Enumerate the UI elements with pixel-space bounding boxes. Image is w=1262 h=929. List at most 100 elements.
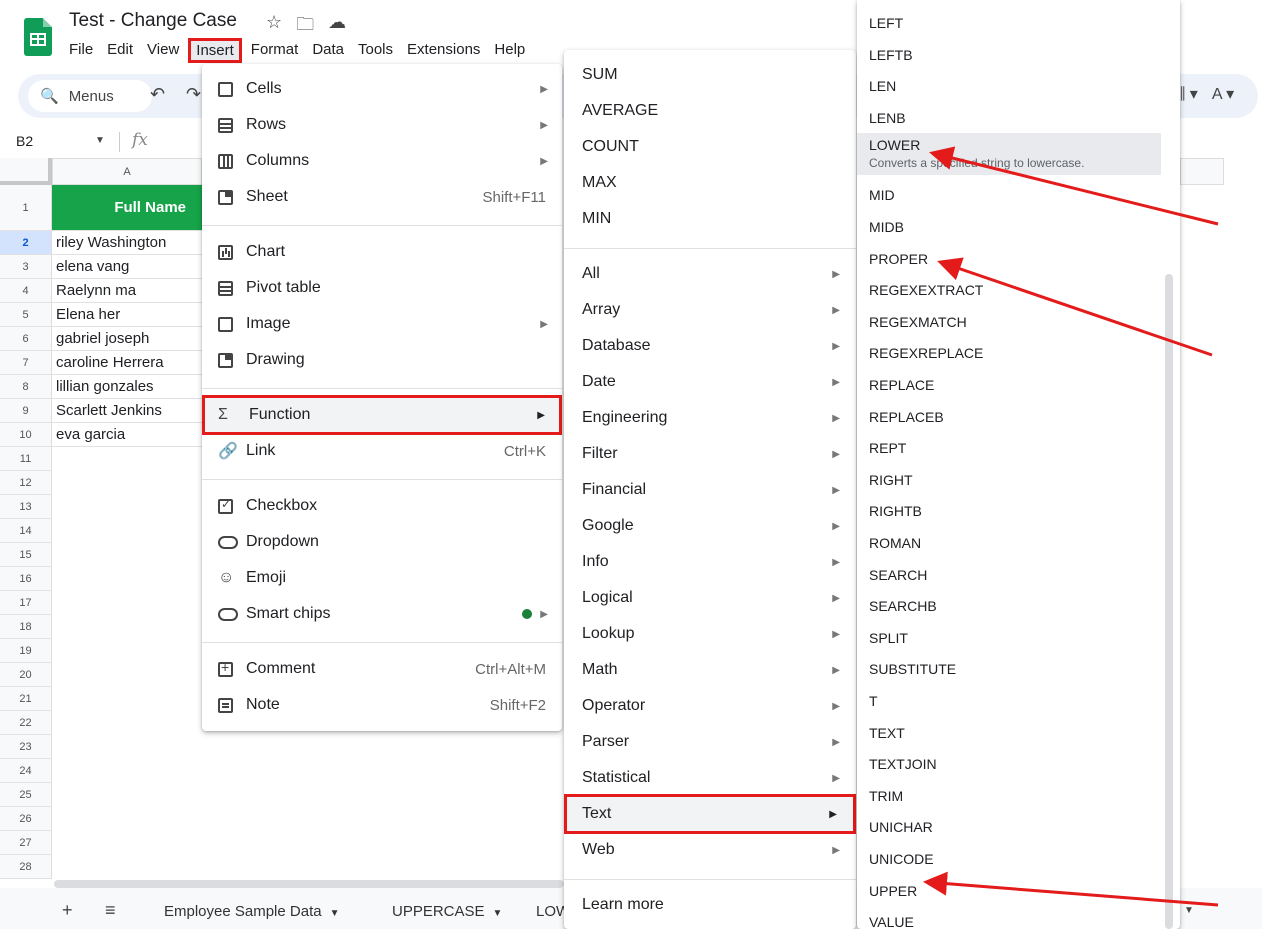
menu-format[interactable]: Format bbox=[244, 38, 306, 63]
insert-drawing[interactable]: Drawing bbox=[202, 342, 562, 378]
redo-icon[interactable]: ↷ bbox=[186, 84, 201, 105]
function-category-text[interactable]: Text ▶ bbox=[564, 794, 856, 834]
row-header[interactable]: 11 bbox=[0, 447, 52, 471]
insert-dropdown[interactable]: Dropdown bbox=[202, 524, 562, 560]
cell[interactable]: gabriel joseph bbox=[52, 327, 202, 351]
insert-columns[interactable]: Columns ▶ bbox=[202, 143, 562, 179]
row-header[interactable]: 16 bbox=[0, 567, 52, 591]
text-function-mid[interactable]: MID bbox=[857, 179, 1161, 211]
text-function-unichar[interactable]: UNICHAR bbox=[857, 811, 1161, 843]
menu-help[interactable]: Help bbox=[487, 38, 532, 63]
text-function-leftb[interactable]: LEFTB bbox=[857, 39, 1161, 71]
function-category-web[interactable]: Web ▶ bbox=[564, 832, 856, 868]
function-category-logical[interactable]: Logical ▶ bbox=[564, 580, 856, 616]
row-header[interactable]: 18 bbox=[0, 615, 52, 639]
function-category-engineering[interactable]: Engineering ▶ bbox=[564, 400, 856, 436]
cell[interactable]: eva garcia bbox=[52, 423, 202, 447]
column-header-a[interactable]: A bbox=[52, 158, 202, 185]
cell[interactable]: Elena her bbox=[52, 303, 202, 327]
column-header[interactable] bbox=[1180, 158, 1224, 185]
text-function-len[interactable]: LEN bbox=[857, 70, 1161, 102]
text-function-upper[interactable]: UPPER bbox=[857, 875, 1161, 907]
text-function-search[interactable]: SEARCH bbox=[857, 559, 1161, 591]
menus-search[interactable]: 🔍 Menus bbox=[28, 80, 152, 112]
row-header[interactable]: 27 bbox=[0, 831, 52, 855]
insert-rows[interactable]: Rows ▶ bbox=[202, 107, 562, 143]
chevron-down-icon[interactable]: ▼ bbox=[1184, 905, 1194, 916]
menu-extensions[interactable]: Extensions bbox=[400, 38, 487, 63]
text-function-value[interactable]: VALUE bbox=[857, 906, 1161, 929]
insert-image[interactable]: Image ▶ bbox=[202, 306, 562, 342]
text-function-rept[interactable]: REPT bbox=[857, 432, 1161, 464]
function-min[interactable]: MIN bbox=[564, 201, 856, 237]
menu-view[interactable]: View bbox=[140, 38, 186, 63]
function-category-google[interactable]: Google ▶ bbox=[564, 508, 856, 544]
function-category-date[interactable]: Date ▶ bbox=[564, 364, 856, 400]
text-function-textjoin[interactable]: TEXTJOIN bbox=[857, 748, 1161, 780]
menu-insert[interactable]: Insert bbox=[188, 38, 242, 63]
name-box[interactable]: B2 bbox=[16, 133, 33, 149]
row-header[interactable]: 3 bbox=[0, 255, 52, 279]
row-header[interactable]: 13 bbox=[0, 495, 52, 519]
sheet-tab[interactable]: Employee Sample Data ▼ bbox=[164, 903, 340, 920]
function-category-filter[interactable]: Filter ▶ bbox=[564, 436, 856, 472]
function-category-operator[interactable]: Operator ▶ bbox=[564, 688, 856, 724]
row-header[interactable]: 24 bbox=[0, 759, 52, 783]
text-function-regexextract[interactable]: REGEXEXTRACT bbox=[857, 274, 1161, 306]
learn-more-link[interactable]: Learn more bbox=[564, 887, 856, 923]
text-function-lenb[interactable]: LENB bbox=[857, 102, 1161, 134]
text-function-right[interactable]: RIGHT bbox=[857, 464, 1161, 496]
function-category-info[interactable]: Info ▶ bbox=[564, 544, 856, 580]
insert-checkbox[interactable]: Checkbox bbox=[202, 488, 562, 524]
text-function-unicode[interactable]: UNICODE bbox=[857, 843, 1161, 875]
sheet-tab[interactable]: UPPERCASE ▼ bbox=[392, 903, 502, 920]
insert-smart-chips[interactable]: Smart chips ▶ bbox=[202, 596, 562, 632]
add-sheet-icon[interactable]: + bbox=[62, 900, 73, 921]
text-function-midb[interactable]: MIDB bbox=[857, 211, 1161, 243]
text-function-regexmatch[interactable]: REGEXMATCH bbox=[857, 306, 1161, 338]
function-category-statistical[interactable]: Statistical ▶ bbox=[564, 760, 856, 796]
function-category-math[interactable]: Math ▶ bbox=[564, 652, 856, 688]
text-function-regexreplace[interactable]: REGEXREPLACE bbox=[857, 337, 1161, 369]
row-header[interactable]: 28 bbox=[0, 855, 52, 879]
text-function-rightb[interactable]: RIGHTB bbox=[857, 495, 1161, 527]
row-header[interactable]: 20 bbox=[0, 663, 52, 687]
row-header[interactable]: 6 bbox=[0, 327, 52, 351]
text-function-searchb[interactable]: SEARCHB bbox=[857, 590, 1161, 622]
function-category-parser[interactable]: Parser ▶ bbox=[564, 724, 856, 760]
function-category-lookup[interactable]: Lookup ▶ bbox=[564, 616, 856, 652]
undo-icon[interactable]: ↶ bbox=[150, 84, 165, 105]
cell[interactable]: lillian gonzales bbox=[52, 375, 202, 399]
horizontal-scrollbar[interactable] bbox=[54, 880, 564, 888]
text-function-lower[interactable]: LOWER Converts a specified string to lowe… bbox=[857, 133, 1161, 176]
row-header[interactable]: 19 bbox=[0, 639, 52, 663]
row-header[interactable]: 21 bbox=[0, 687, 52, 711]
cell[interactable]: elena vang bbox=[52, 255, 202, 279]
insert-pivot-table[interactable]: Pivot table bbox=[202, 270, 562, 306]
row-header[interactable]: 8 bbox=[0, 375, 52, 399]
function-category-database[interactable]: Database ▶ bbox=[564, 328, 856, 364]
row-header[interactable]: 17 bbox=[0, 591, 52, 615]
sheets-logo-icon[interactable] bbox=[24, 18, 52, 56]
insert-comment[interactable]: Comment Ctrl+Alt+M bbox=[202, 651, 562, 687]
text-direction-icon[interactable]: ⫼ ▾ bbox=[1178, 84, 1198, 104]
menu-data[interactable]: Data bbox=[305, 38, 351, 63]
text-function-replace[interactable]: REPLACE bbox=[857, 369, 1161, 401]
header-cell[interactable]: Full Name bbox=[52, 185, 202, 231]
function-category-array[interactable]: Array ▶ bbox=[564, 292, 856, 328]
insert-note[interactable]: Note Shift+F2 bbox=[202, 687, 562, 723]
cell[interactable]: riley Washington bbox=[52, 231, 202, 255]
insert-sheet[interactable]: Sheet Shift+F11 bbox=[202, 179, 562, 215]
row-header[interactable]: 12 bbox=[0, 471, 52, 495]
row-header[interactable]: 26 bbox=[0, 807, 52, 831]
cell[interactable]: caroline Herrera bbox=[52, 351, 202, 375]
text-function-substitute[interactable]: SUBSTITUTE bbox=[857, 653, 1161, 685]
row-header[interactable]: 23 bbox=[0, 735, 52, 759]
text-function-proper[interactable]: PROPER bbox=[857, 243, 1161, 275]
text-function-left[interactable]: LEFT bbox=[857, 7, 1161, 39]
text-function-t[interactable]: T bbox=[857, 685, 1161, 717]
menu-tools[interactable]: Tools bbox=[351, 38, 400, 63]
row-header[interactable]: 2 bbox=[0, 231, 52, 255]
insert-link[interactable]: 🔗 Link Ctrl+K bbox=[202, 433, 562, 469]
text-function-trim[interactable]: TRIM bbox=[857, 780, 1161, 812]
